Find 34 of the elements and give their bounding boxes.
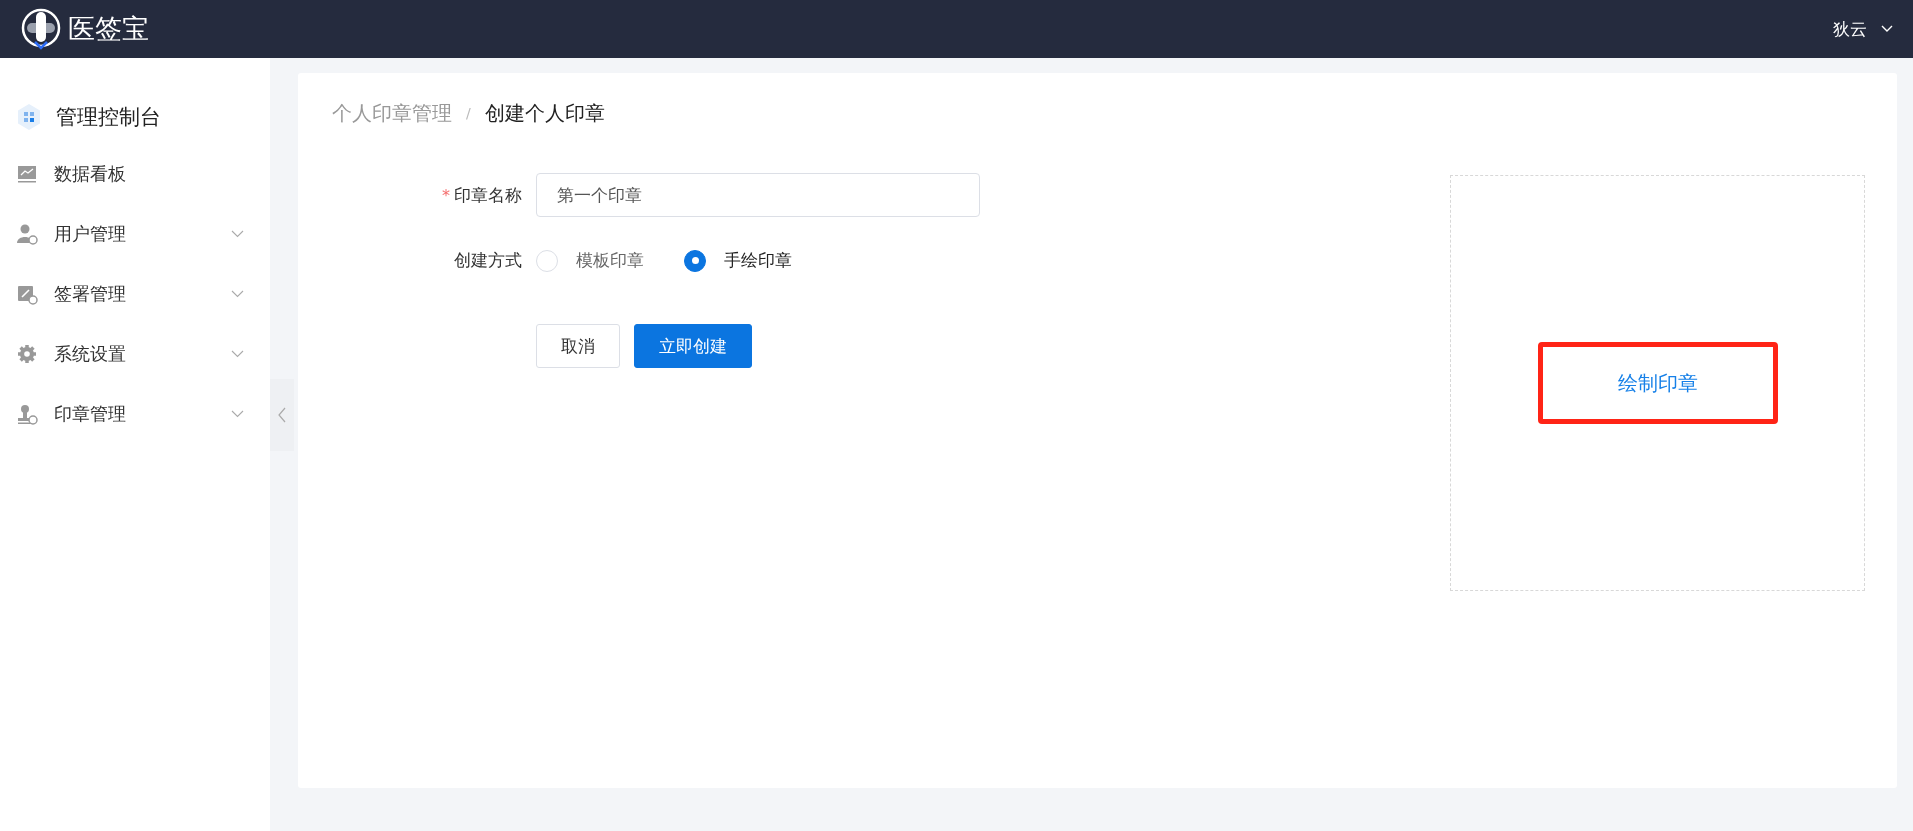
field-label: 印章名称 [454,183,522,207]
stamp-settings-icon [16,403,38,425]
chevron-down-icon [231,290,244,298]
chevron-down-icon [231,410,244,418]
chevron-left-icon [278,406,286,423]
radio-button[interactable] [684,249,706,272]
chevron-down-icon [231,350,244,358]
cancel-button[interactable]: 取消 [536,324,620,368]
breadcrumb-separator: / [466,105,471,121]
edit-settings-icon [16,283,38,305]
logo-text: 医签宝 [68,12,149,46]
draw-seal-link[interactable]: 绘制印章 [1537,342,1778,424]
radio-label[interactable]: 手绘印章 [724,249,792,272]
user-menu[interactable]: 狄云 [1833,17,1893,41]
required-mark: * [442,185,450,205]
breadcrumb-current: 创建个人印章 [484,99,605,127]
radio-label[interactable]: 模板印章 [576,249,644,272]
sidebar-item[interactable]: 用户管理 [0,204,270,264]
hexagon-grid-icon [16,103,42,131]
sidebar-item[interactable]: 系统设置 [0,324,270,384]
gear-icon [16,343,38,365]
field-label: 创建方式 [454,249,522,272]
seal-name-input[interactable]: 第一个印章 [536,173,980,217]
chevron-down-icon [231,230,244,238]
sidebar-item[interactable]: 签署管理 [0,264,270,324]
sidebar-item[interactable]: 印章管理 [0,384,270,444]
chevron-down-icon [1881,25,1893,33]
collapse-handle[interactable] [270,378,294,451]
user-settings-icon [16,223,38,245]
logo-icon [20,8,62,50]
create-button[interactable]: 立即创建 [634,324,752,368]
sidebar-title: 管理控制台 [56,104,161,131]
sidebar-item[interactable]: 数据看板 [0,144,270,204]
chart-icon [16,163,38,185]
